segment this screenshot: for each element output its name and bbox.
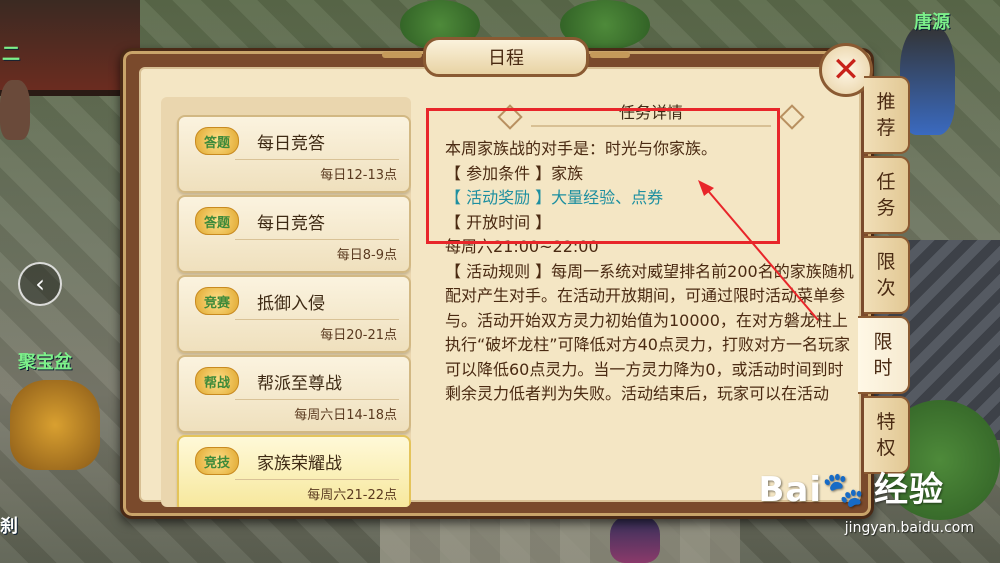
paw-icon: 🐾 bbox=[822, 470, 866, 510]
watermark-brand: Bai bbox=[758, 470, 822, 510]
baidu-watermark: Bai🐾 经验 bbox=[758, 462, 944, 511]
npc-name-label: 二 bbox=[2, 44, 20, 65]
task-detail-pane: 任务详情 本周家族战的对手是：时光与你家族。 【 参加条件 】家族 【 活动奖励… bbox=[431, 97, 863, 509]
side-tab-label: 荐 bbox=[876, 117, 896, 139]
divider bbox=[235, 239, 399, 240]
opponent-text: 本周家族战的对手是：时光与你家族。 bbox=[445, 139, 718, 158]
activity-name: 每日竞答 bbox=[257, 214, 325, 234]
detail-header: 任务详情 bbox=[497, 97, 805, 130]
dialog-content: 答题 每日竞答 每日12-13点 答题 每日竞答 每日8-9点 竞赛 抵御入侵 每日20-21点… bbox=[139, 67, 861, 507]
schedule-dialog: 答题 每日竞答 每日12-13点 答题 每日竞答 每日8-9点 竞赛 抵御入侵 每日20-21点… bbox=[120, 37, 874, 519]
npc-name-label: 唐源 bbox=[914, 12, 950, 33]
schedule-item[interactable]: 竞技 家族荣耀战每周六21-22点 bbox=[177, 435, 411, 507]
activity-type-badge: 竞赛 bbox=[195, 287, 239, 315]
npc-name-label: 聚宝盆 bbox=[18, 352, 72, 373]
side-tab-label: 时 bbox=[873, 357, 893, 379]
schedule-item[interactable]: 帮战 帮派至尊战每周六日14-18点 bbox=[177, 355, 411, 433]
activity-time: 每周六21-22点 bbox=[307, 488, 397, 503]
side-tab-label: 推 bbox=[876, 91, 896, 113]
detail-text: 本周家族战的对手是：时光与你家族。 【 参加条件 】家族 【 活动奖励 】大量经… bbox=[445, 137, 857, 407]
open-time-text: 每周六21:00~22:00 bbox=[445, 237, 599, 256]
divider bbox=[235, 479, 399, 480]
side-tab-label: 任 bbox=[876, 171, 896, 193]
divider bbox=[235, 159, 399, 160]
dialog-title: 日程 bbox=[382, 37, 630, 77]
schedule-item[interactable]: 竞赛 抵御入侵每日20-21点 bbox=[177, 275, 411, 353]
side-tab[interactable]: 限时 bbox=[858, 316, 910, 394]
side-tab-label: 限 bbox=[873, 331, 893, 353]
ornament-icon bbox=[497, 104, 523, 130]
npc-character[interactable] bbox=[610, 515, 660, 563]
side-tab-label: 务 bbox=[876, 197, 896, 219]
divider bbox=[235, 319, 399, 320]
activity-type-badge: 答题 bbox=[195, 207, 239, 235]
reward-text: 【 活动奖励 】大量经验、点券 bbox=[445, 188, 664, 207]
rules-text: 【 活动规则 】每周一系统对威望排名前200名的家族随机配对产生对手。在活动开放… bbox=[445, 261, 854, 404]
side-tab[interactable]: 推荐 bbox=[864, 76, 910, 154]
watermark-url: jingyan.baidu.com bbox=[844, 520, 974, 536]
activity-name: 帮派至尊战 bbox=[257, 374, 342, 394]
side-tab[interactable]: 限次 bbox=[864, 236, 910, 314]
side-tab-label: 限 bbox=[876, 251, 896, 273]
activity-time: 每日8-9点 bbox=[336, 248, 397, 263]
back-arrow-icon[interactable]: ‹ bbox=[18, 262, 62, 306]
treasure-bowl[interactable] bbox=[10, 380, 100, 470]
schedule-item[interactable]: 答题 每日竞答每日12-13点 bbox=[177, 115, 411, 193]
npc-name-label: 刹 bbox=[0, 516, 18, 537]
activity-name: 每日竞答 bbox=[257, 134, 325, 154]
activity-type-badge: 答题 bbox=[195, 127, 239, 155]
open-time-label: 【 开放时间 】 bbox=[445, 212, 552, 232]
detail-title: 任务详情 bbox=[618, 103, 683, 122]
activity-time: 每日12-13点 bbox=[320, 168, 397, 183]
side-tab[interactable]: 任务 bbox=[864, 156, 910, 234]
npc-character[interactable] bbox=[0, 80, 30, 140]
side-tab-label: 次 bbox=[876, 277, 896, 299]
activity-name: 家族荣耀战 bbox=[257, 454, 342, 474]
activity-name: 抵御入侵 bbox=[257, 294, 325, 314]
activity-type-badge: 竞技 bbox=[195, 447, 239, 475]
condition-text: 【 参加条件 】家族 bbox=[445, 163, 584, 183]
side-tab-label: 特 bbox=[876, 411, 896, 433]
activity-time: 每周六日14-18点 bbox=[294, 408, 397, 423]
watermark-suffix: 经验 bbox=[874, 470, 944, 510]
divider bbox=[235, 399, 399, 400]
schedule-item[interactable]: 答题 每日竞答 每日8-9点 bbox=[177, 195, 411, 273]
activity-type-badge: 帮战 bbox=[195, 367, 239, 395]
schedule-list[interactable]: 答题 每日竞答 每日12-13点 答题 每日竞答 每日8-9点 竞赛 抵御入侵 每日20-21点… bbox=[161, 97, 411, 507]
activity-time: 每日20-21点 bbox=[320, 328, 397, 343]
side-tab-label: 权 bbox=[876, 437, 896, 459]
ornament-icon bbox=[779, 104, 805, 130]
